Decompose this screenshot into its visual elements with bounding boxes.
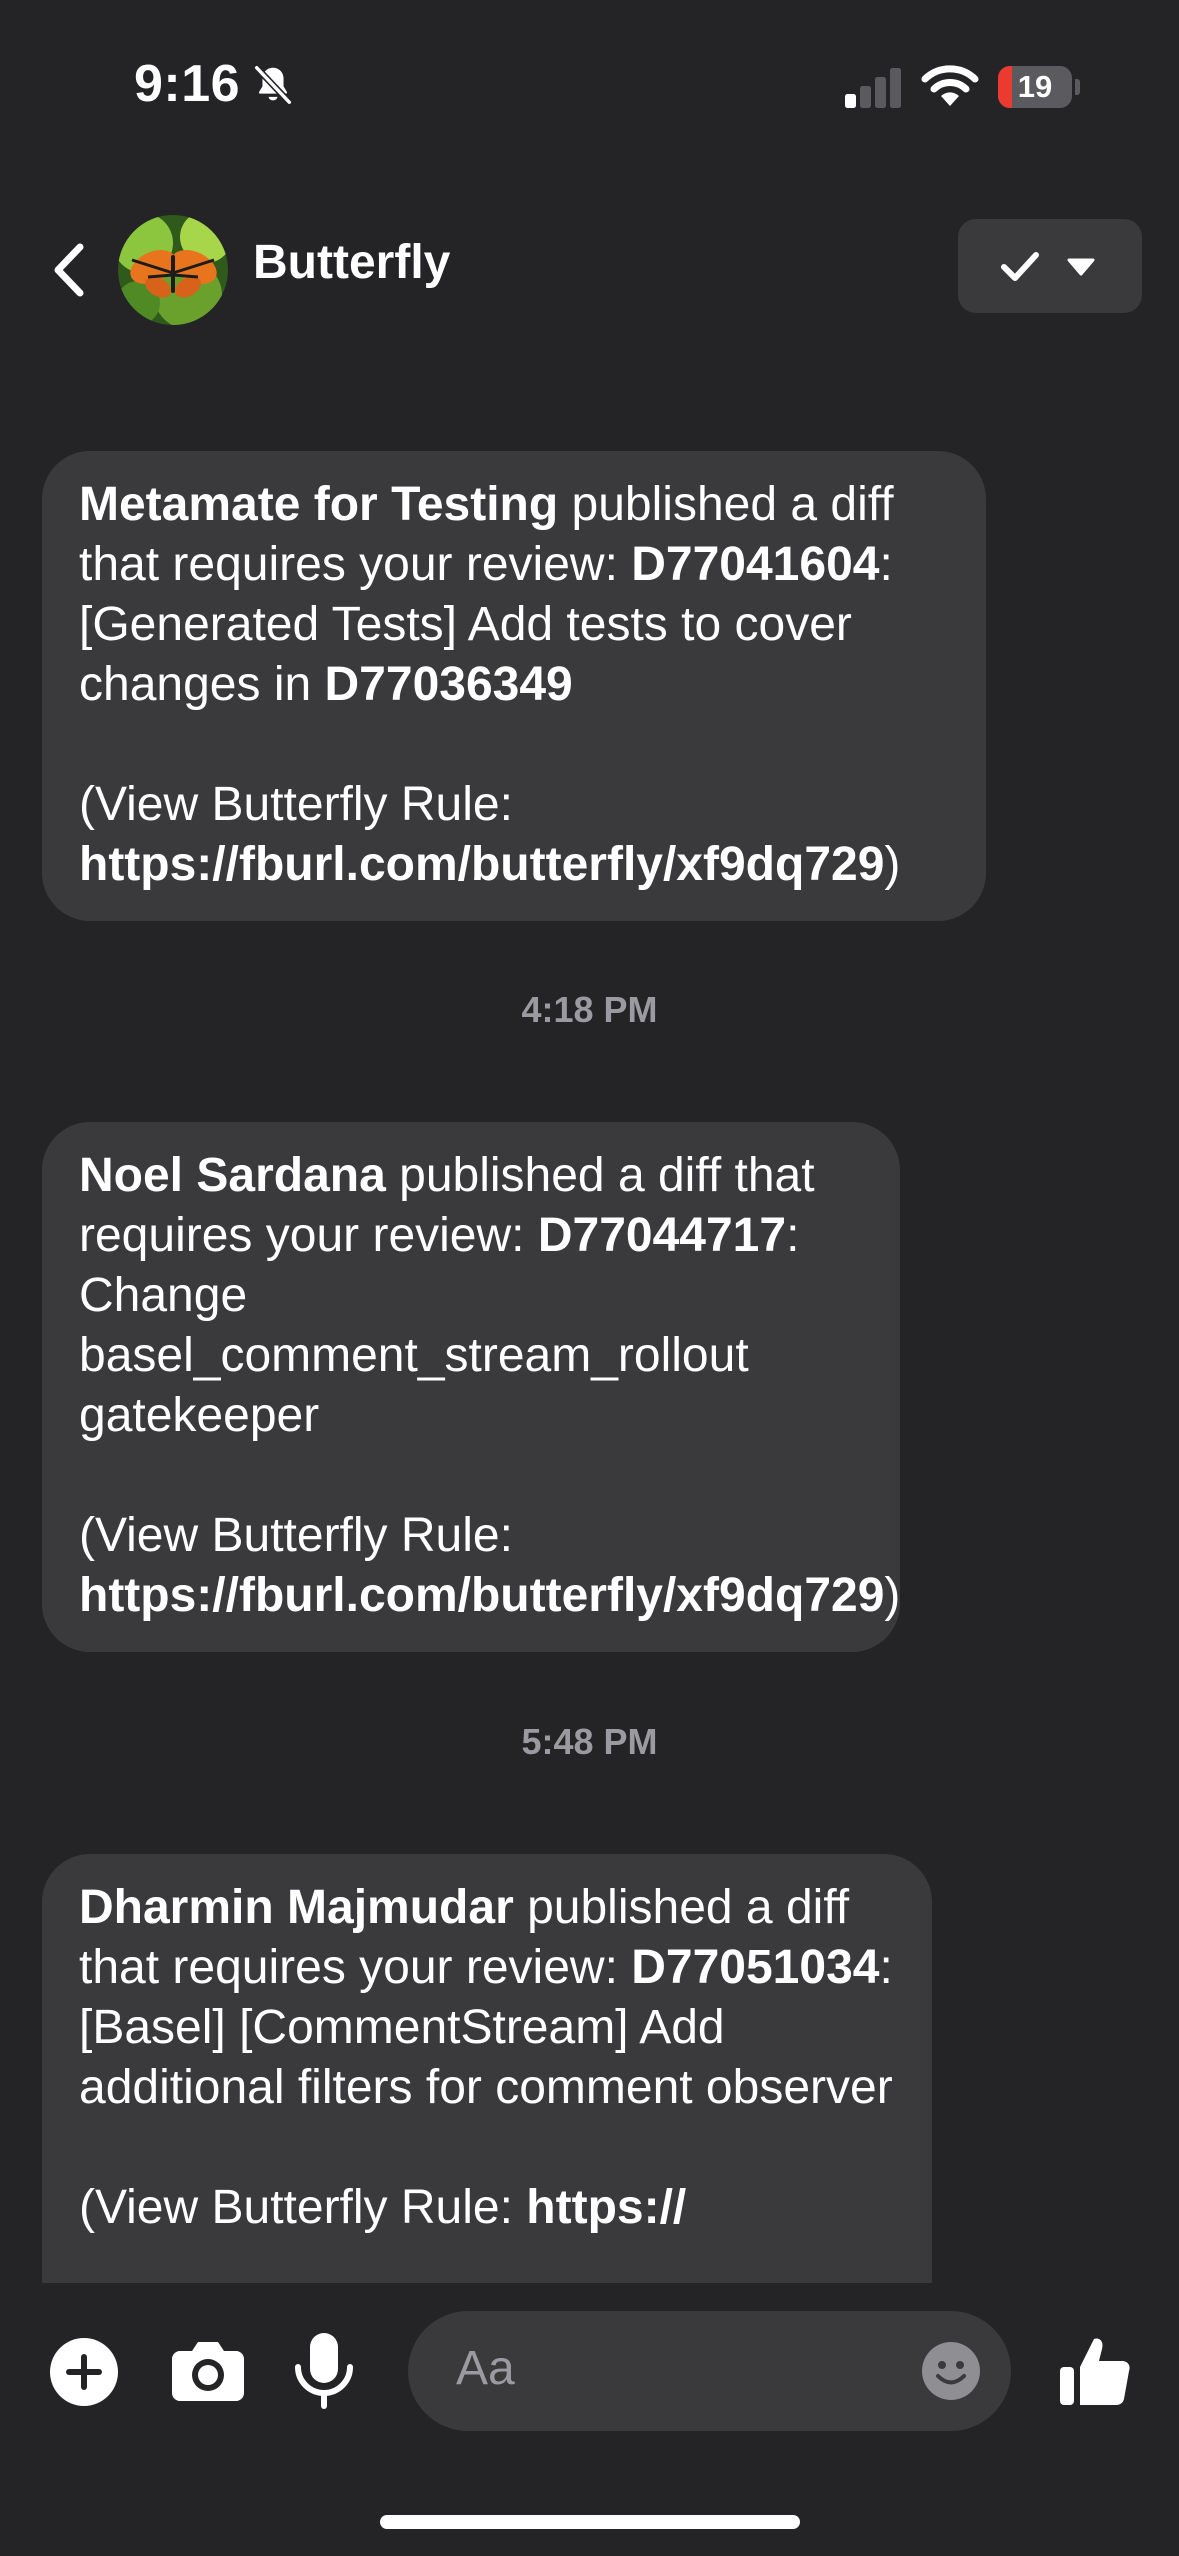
battery-level: 19 <box>1017 69 1053 104</box>
message-input[interactable]: Aa <box>408 2311 1011 2431</box>
status-dropdown-button[interactable] <box>958 219 1142 313</box>
emoji-icon[interactable] <box>921 2341 981 2401</box>
plus-circle-icon[interactable] <box>48 2336 120 2408</box>
diff-link[interactable]: D77044717 <box>538 1209 786 1262</box>
rule-link[interactable]: https:// <box>526 2181 686 2234</box>
message-text: Metamate for Testing published a diff th… <box>79 478 894 711</box>
chevron-left-icon[interactable] <box>40 235 100 305</box>
diff-link[interactable]: D77041604 <box>631 538 879 591</box>
message-author: Noel Sardana <box>79 1149 386 1202</box>
message-text: Noel Sardana published a diff that requi… <box>79 1149 815 1442</box>
checkmark-icon <box>1001 252 1039 281</box>
message-bubble[interactable]: Metamate for Testing published a diff th… <box>42 451 986 921</box>
caret-down-icon <box>1067 258 1095 276</box>
chat-title[interactable]: Butterfly <box>253 235 450 290</box>
chat-header: Butterfly <box>0 195 1179 345</box>
wifi-icon <box>921 65 979 106</box>
message-author: Dharmin Majmudar <box>79 1881 514 1934</box>
butterfly-avatar[interactable] <box>118 215 228 325</box>
rule-text: (View Butterfly Rule: https:// <box>79 2181 687 2234</box>
cellular-signal-icon <box>845 68 901 108</box>
message-bubble[interactable]: Noel Sardana published a diff that requi… <box>42 1122 900 1652</box>
status-bar: 9:16 19 <box>0 0 1179 175</box>
message-bubble[interactable]: Dharmin Majmudar published a diff that r… <box>42 1854 932 2283</box>
microphone-icon[interactable] <box>292 2331 356 2413</box>
message-thread[interactable]: Metamate for Testing published a diff th… <box>0 345 1179 2283</box>
status-time: 9:16 <box>134 55 241 113</box>
diff-link[interactable]: D77051034 <box>631 1941 879 1994</box>
message-composer: Aa <box>0 2283 1179 2483</box>
battery-icon: 19 <box>998 66 1080 108</box>
rule-text: (View Butterfly Rule: https://fburl.com/… <box>79 778 901 891</box>
thumbs-up-icon[interactable] <box>1058 2333 1132 2409</box>
diff-link[interactable]: D77036349 <box>325 658 573 711</box>
message-input-placeholder: Aa <box>456 2342 515 2395</box>
rule-text: (View Butterfly Rule: https://fburl.com/… <box>79 1509 901 1622</box>
home-indicator[interactable] <box>380 2515 800 2529</box>
bell-slash-icon <box>254 65 292 105</box>
rule-link[interactable]: https://fburl.com/butterfly/xf9dq729 <box>79 1569 884 1622</box>
message-text: Dharmin Majmudar published a diff that r… <box>79 1881 893 2114</box>
rule-link[interactable]: https://fburl.com/butterfly/xf9dq729 <box>79 838 884 891</box>
message-author: Metamate for Testing <box>79 478 559 531</box>
message-timestamp: 4:18 PM <box>521 989 658 1030</box>
message-timestamp: 5:48 PM <box>521 1721 658 1762</box>
camera-icon[interactable] <box>170 2337 246 2403</box>
